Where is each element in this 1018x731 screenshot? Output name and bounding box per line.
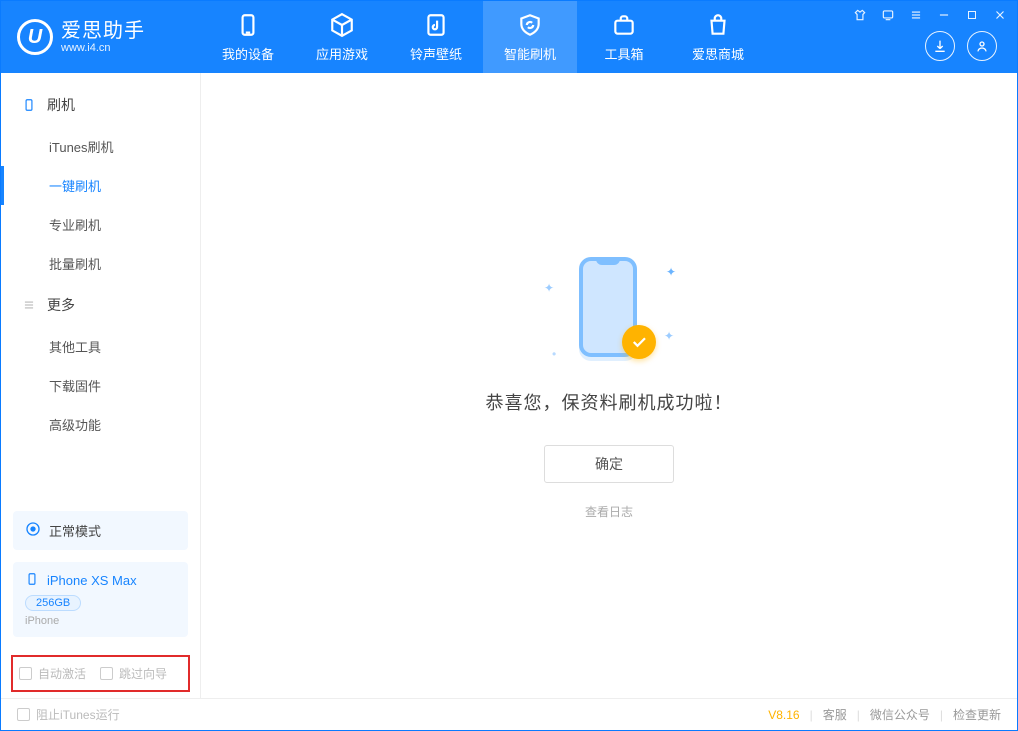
sparkle-icon: •: [552, 347, 556, 361]
maximize-button[interactable]: [963, 6, 981, 24]
sidebar-item-other-tools[interactable]: 其他工具: [1, 327, 200, 366]
device-icon: [21, 97, 37, 113]
version-label: V8.16: [768, 708, 799, 722]
feedback-icon[interactable]: [879, 6, 897, 24]
footer-link-wechat[interactable]: 微信公众号: [870, 706, 930, 723]
checkmark-badge-icon: [622, 325, 656, 359]
window-controls: [851, 1, 1009, 23]
mode-icon: [25, 521, 41, 540]
minimize-button[interactable]: [935, 6, 953, 24]
download-button[interactable]: [925, 31, 955, 61]
mode-label: 正常模式: [49, 521, 101, 540]
footer-link-support[interactable]: 客服: [823, 706, 847, 723]
tab-ring-wallpaper[interactable]: 铃声壁纸: [389, 1, 483, 73]
tab-my-device[interactable]: 我的设备: [201, 1, 295, 73]
checkbox-skip-guide[interactable]: 跳过向导: [100, 665, 167, 682]
sparkle-icon: ✦: [544, 281, 554, 295]
tab-store[interactable]: 爱思商城: [671, 1, 765, 73]
phone-icon: [25, 572, 39, 589]
tab-label: 爱思商城: [692, 44, 744, 63]
section-title: 刷机: [47, 95, 75, 115]
cube-icon: [329, 12, 355, 38]
view-log-link[interactable]: 查看日志: [585, 503, 633, 520]
tab-label: 工具箱: [604, 44, 643, 63]
brand-logo-icon: U: [17, 19, 53, 55]
sidebar-section-flash: 刷机: [1, 83, 200, 127]
device-type: iPhone: [25, 615, 176, 627]
bag-icon: [705, 12, 731, 38]
tab-label: 应用游戏: [316, 44, 368, 63]
checkbox-block-itunes[interactable]: 阻止iTunes运行: [17, 706, 120, 723]
checkbox-label: 自动激活: [38, 665, 86, 682]
sparkle-icon: ✦: [664, 329, 674, 343]
success-message: 恭喜您，保资料刷机成功啦！: [486, 389, 733, 415]
tab-apps-games[interactable]: 应用游戏: [295, 1, 389, 73]
close-button[interactable]: [991, 6, 1009, 24]
checkbox-icon: [19, 667, 32, 680]
main-content: ✦ ✦ • ✦ 恭喜您，保资料刷机成功啦！ 确定 查看日志: [201, 73, 1017, 698]
brand-subtitle: www.i4.cn: [61, 42, 145, 54]
nav-tabs: 我的设备 应用游戏 铃声壁纸 智能刷机 工具箱 爱思商城: [201, 1, 925, 73]
section-title: 更多: [47, 295, 75, 315]
shield-refresh-icon: [517, 12, 543, 38]
skin-icon[interactable]: [851, 6, 869, 24]
brand-title: 爱思助手: [61, 20, 145, 42]
sidebar: 刷机 iTunes刷机 一键刷机 专业刷机 批量刷机 更多 其他工具 下载固件 …: [1, 73, 201, 698]
brand: U 爱思助手 www.i4.cn: [1, 1, 201, 73]
sidebar-item-batch-flash[interactable]: 批量刷机: [1, 244, 200, 283]
checkbox-auto-activate[interactable]: 自动激活: [19, 665, 86, 682]
tab-label: 铃声壁纸: [410, 44, 462, 63]
briefcase-icon: [611, 12, 637, 38]
tab-smart-flash[interactable]: 智能刷机: [483, 1, 577, 73]
tab-label: 我的设备: [222, 44, 274, 63]
list-icon: [21, 297, 37, 313]
sidebar-item-pro-flash[interactable]: 专业刷机: [1, 205, 200, 244]
checkbox-label: 跳过向导: [119, 665, 167, 682]
menu-icon[interactable]: [907, 6, 925, 24]
user-button[interactable]: [967, 31, 997, 61]
device-name: iPhone XS Max: [47, 573, 137, 588]
phone-icon: [235, 12, 261, 38]
sidebar-item-itunes-flash[interactable]: iTunes刷机: [1, 127, 200, 166]
titlebar: U 爱思助手 www.i4.cn 我的设备 应用游戏 铃声壁纸 智能刷机 工具箱: [1, 1, 1017, 73]
highlighted-options: 自动激活 跳过向导: [11, 655, 190, 692]
statusbar: 阻止iTunes运行 V8.16 | 客服 | 微信公众号 | 检查更新: [1, 698, 1017, 730]
footer-link-update[interactable]: 检查更新: [953, 706, 1001, 723]
checkbox-icon: [100, 667, 113, 680]
ok-button[interactable]: 确定: [544, 445, 674, 483]
music-file-icon: [423, 12, 449, 38]
checkbox-icon: [17, 708, 30, 721]
checkbox-label: 阻止iTunes运行: [36, 706, 120, 723]
sparkle-icon: ✦: [666, 265, 676, 279]
sidebar-item-oneclick-flash[interactable]: 一键刷机: [1, 166, 200, 205]
sidebar-section-more: 更多: [1, 283, 200, 327]
success-illustration: ✦ ✦ • ✦: [534, 251, 684, 371]
tab-label: 智能刷机: [504, 44, 556, 63]
device-card[interactable]: iPhone XS Max 256GB iPhone: [13, 562, 188, 637]
tab-toolbox[interactable]: 工具箱: [577, 1, 671, 73]
sidebar-item-advanced[interactable]: 高级功能: [1, 405, 200, 444]
device-capacity: 256GB: [25, 595, 81, 611]
sidebar-item-download-firmware[interactable]: 下载固件: [1, 366, 200, 405]
mode-card[interactable]: 正常模式: [13, 511, 188, 550]
